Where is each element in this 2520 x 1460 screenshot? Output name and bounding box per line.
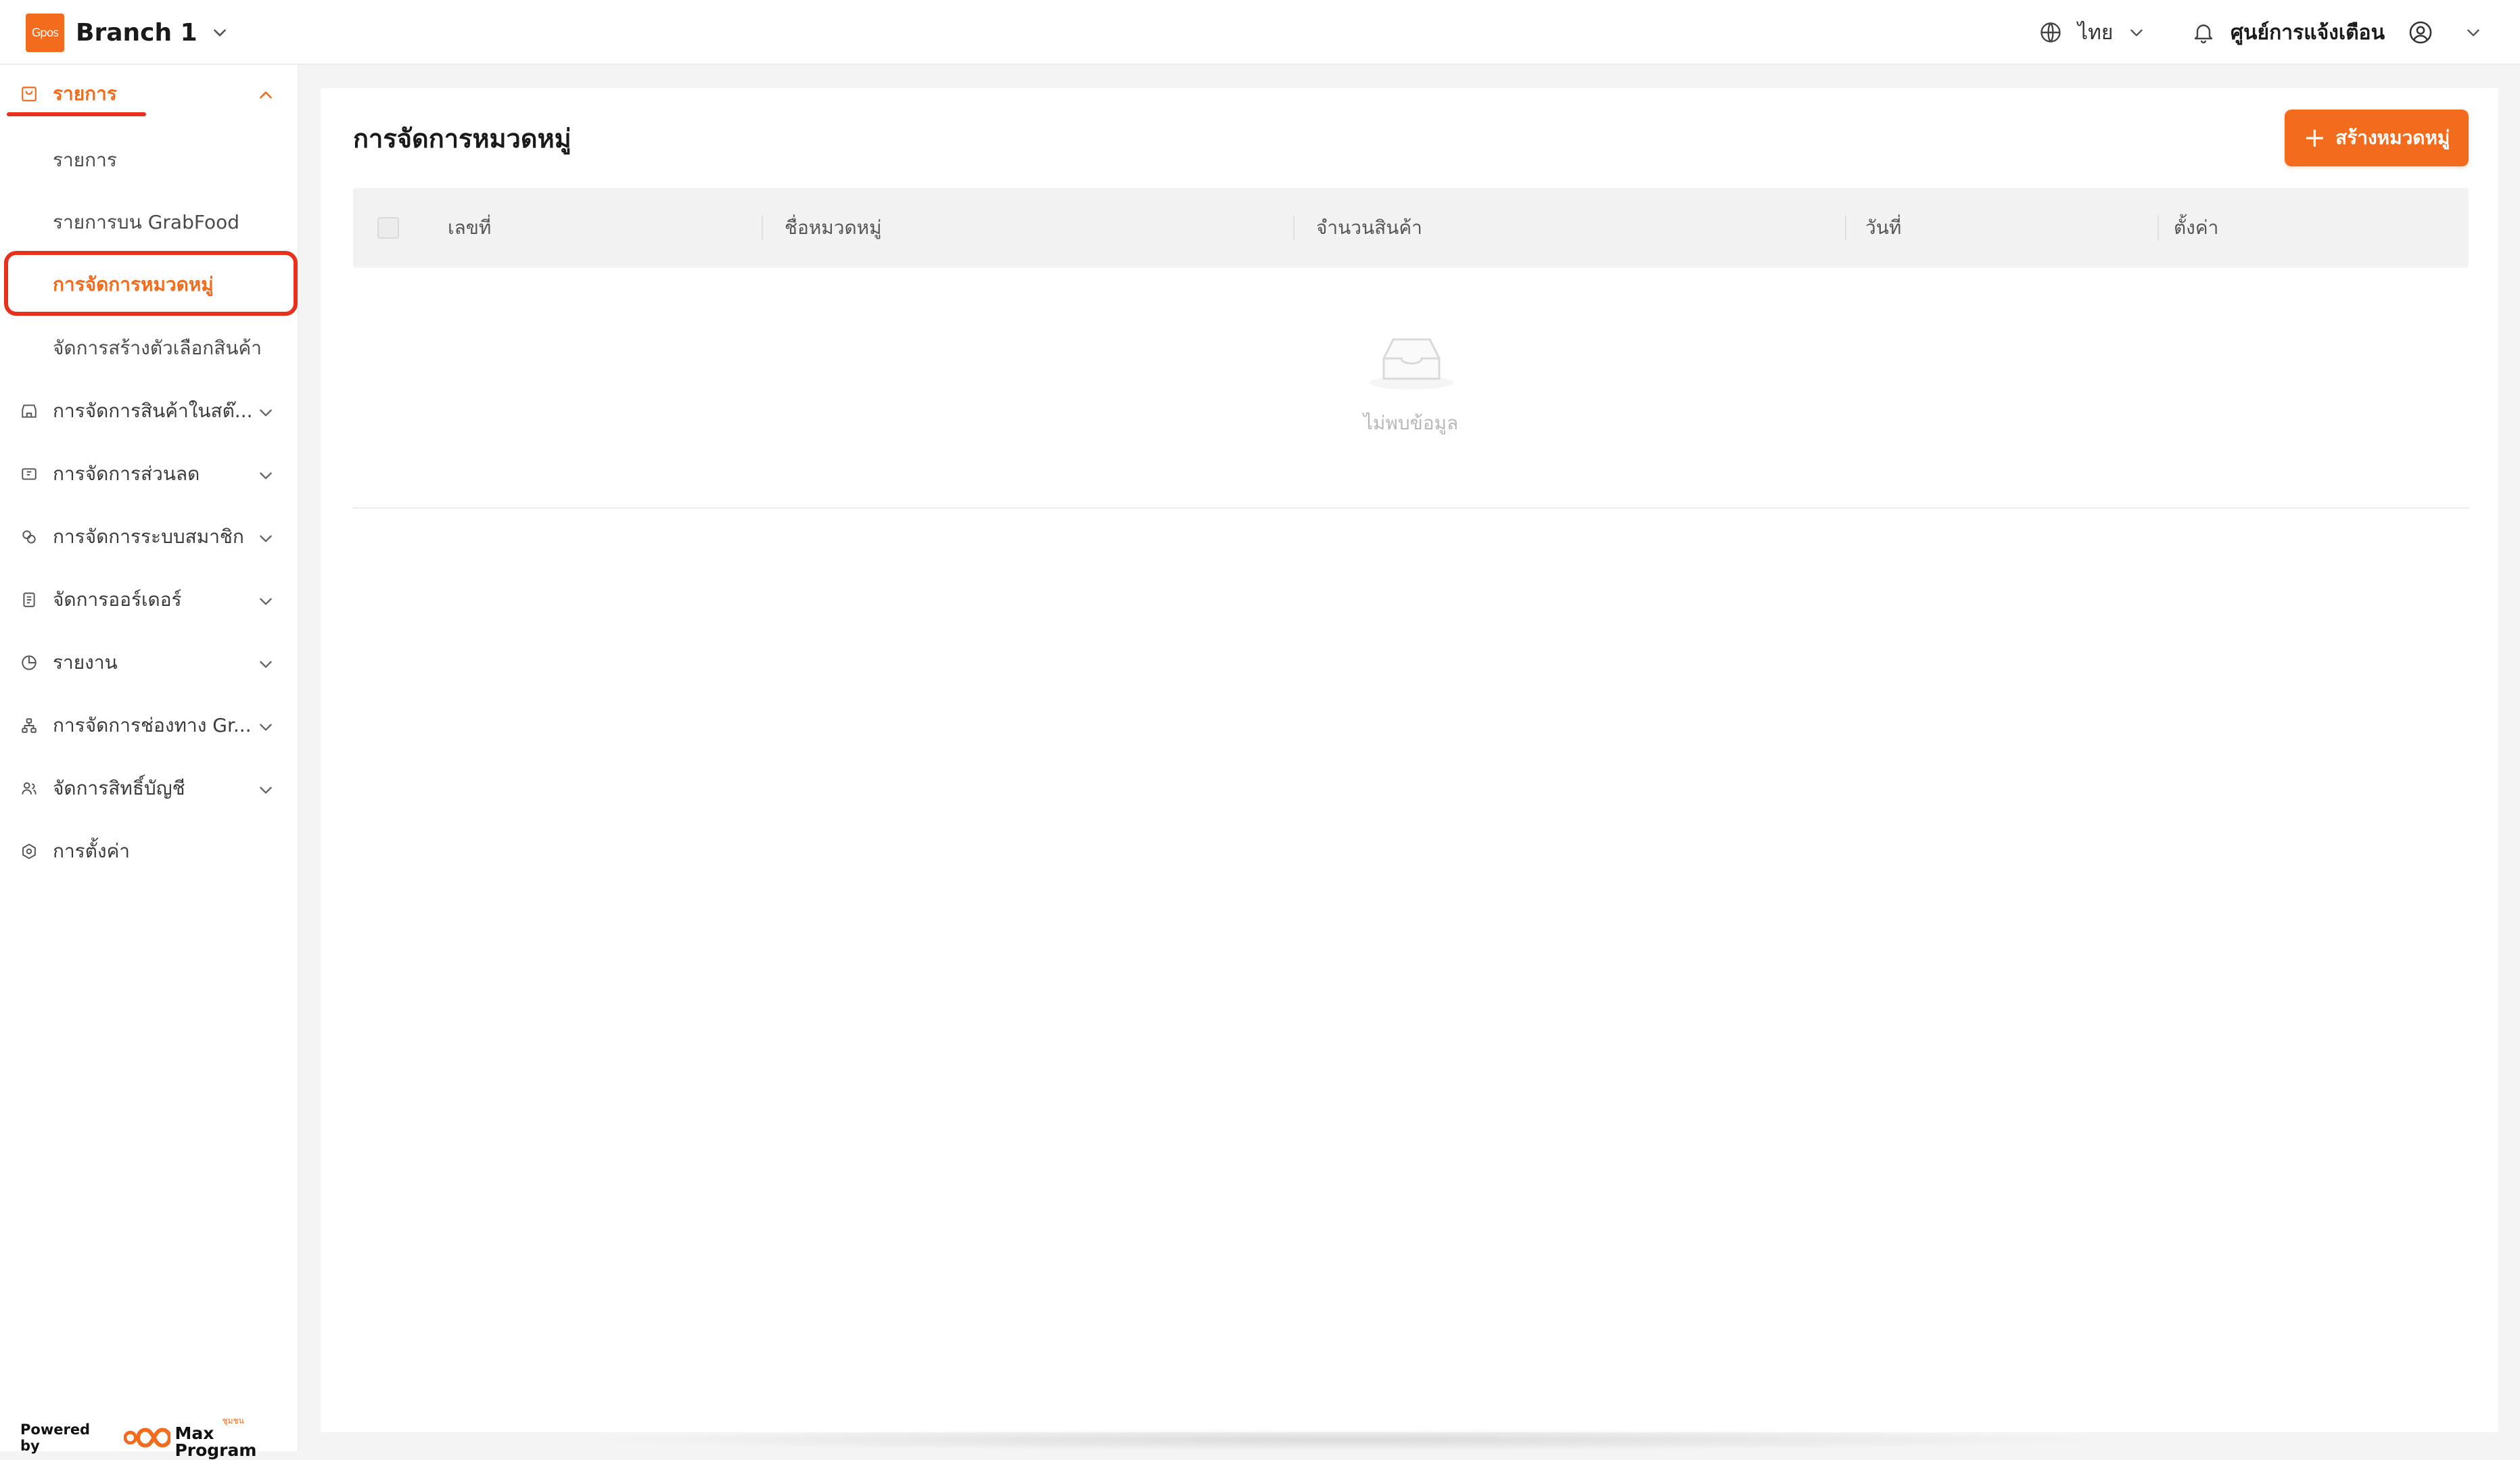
- sidebar-item-orders[interactable]: จัดการออร์เดอร์: [0, 576, 298, 623]
- highlight-box-annotation: [4, 251, 298, 316]
- branch-selector[interactable]: Branch 1: [76, 15, 229, 50]
- sidebar-subitem-grabfood[interactable]: รายการบน GrabFood: [0, 199, 298, 246]
- column-divider: [1845, 215, 1846, 241]
- sidebar-item-reports[interactable]: รายงาน: [0, 639, 298, 686]
- chevron-down-icon: [211, 24, 229, 41]
- column-header-date[interactable]: วันที่: [1865, 188, 1901, 268]
- powered-by: Powered by ชุมชน Max Program: [20, 1416, 298, 1460]
- empty-inbox-icon: [1368, 331, 1455, 395]
- globe-icon: [2038, 20, 2063, 45]
- create-category-label: สร้างหมวดหมู่: [2335, 126, 2450, 149]
- chevron-up-icon: [257, 87, 275, 104]
- pie-chart-icon: [20, 654, 38, 672]
- sidebar-item-settings[interactable]: การตั้งค่า: [0, 828, 298, 875]
- active-underline-annotation: [7, 112, 146, 116]
- sidebar-subitem-product-options[interactable]: จัดการสร้างตัวเลือกสินค้า: [0, 325, 298, 372]
- max-program-logo[interactable]: ชุมชน Max Program: [123, 1416, 298, 1460]
- app-logo[interactable]: Gpos: [26, 14, 64, 52]
- ticket-icon: [20, 465, 38, 483]
- chevron-down-icon: [2465, 24, 2482, 41]
- sidebar-item-channels[interactable]: การจัดการช่องทาง Gr...: [0, 702, 298, 749]
- chevron-down-icon: [257, 529, 275, 547]
- sidebar-item-label: รายการ: [53, 83, 117, 105]
- table-header: เลขที่ ชื่อหมวดหมู่ จำนวนสินค้า วันที่ ต…: [353, 188, 2469, 268]
- column-divider: [2157, 215, 2159, 241]
- language-label: ไทย: [2078, 20, 2114, 45]
- column-header-settings[interactable]: ตั้งค่า: [2174, 188, 2218, 268]
- notification-label: ศูนย์การแจ้งเตือน: [2231, 20, 2385, 45]
- create-category-button[interactable]: + สร้างหมวดหมู่: [2285, 110, 2469, 166]
- sidebar-item-stock[interactable]: การจัดการสินค้าในสต๊...: [0, 387, 298, 435]
- sidebar: รายการ รายการ รายการบน GrabFood การจัดกา…: [0, 65, 299, 1459]
- chevron-down-icon: [257, 467, 275, 484]
- sidebar-subitem-items[interactable]: รายการ: [0, 137, 298, 184]
- branch-name: Branch 1: [76, 18, 197, 47]
- chevron-down-icon: [257, 655, 275, 673]
- sidebar-item-membership[interactable]: การจัดการระบบสมาชิก: [0, 513, 298, 561]
- user-menu[interactable]: [2408, 0, 2482, 65]
- chevron-down-icon: [257, 592, 275, 610]
- language-selector[interactable]: ไทย: [2038, 0, 2145, 65]
- main-card: การจัดการหมวดหมู่ + สร้างหมวดหมู่ เลขที่…: [321, 88, 2498, 1432]
- sidebar-item-items[interactable]: รายการ: [0, 70, 298, 118]
- column-header-number[interactable]: เลขที่: [448, 188, 491, 268]
- chevron-down-icon: [257, 404, 275, 421]
- sidebar-item-discounts[interactable]: การจัดการส่วนลด: [0, 450, 298, 498]
- clipboard-icon: [20, 591, 38, 609]
- brand-name: Max Program: [174, 1423, 257, 1460]
- brand-sub: ชุมชน: [222, 1416, 244, 1426]
- settings-icon: [20, 843, 38, 860]
- bell-icon: [2191, 20, 2216, 45]
- bottom-shadow: [575, 1428, 2117, 1451]
- store-icon: [20, 402, 38, 420]
- powered-by-label: Powered by: [20, 1421, 91, 1454]
- empty-state-text: ไม่พบข้อมูล: [1363, 412, 1459, 434]
- users-icon: [20, 780, 38, 797]
- empty-state: ไม่พบข้อมูล: [353, 268, 2469, 509]
- column-divider: [762, 215, 763, 241]
- notification-center[interactable]: ศูนย์การแจ้งเตือน: [2191, 0, 2385, 65]
- infinity-logo-icon: [123, 1428, 171, 1448]
- column-header-category-name[interactable]: ชื่อหมวดหมู่: [785, 188, 882, 268]
- sidebar-item-permissions[interactable]: จัดการสิทธิ์บัญชี: [0, 765, 298, 812]
- user-avatar-icon: [2408, 20, 2433, 45]
- cart-icon: [20, 85, 38, 103]
- column-header-product-count[interactable]: จำนวนสินค้า: [1316, 188, 1422, 268]
- chevron-down-icon: [257, 781, 275, 799]
- chevron-down-icon: [257, 718, 275, 736]
- select-all-checkbox[interactable]: [377, 217, 399, 239]
- membership-icon: [20, 528, 38, 546]
- plus-icon: +: [2303, 122, 2327, 154]
- chevron-down-icon: [2128, 24, 2145, 41]
- page-title: การจัดการหมวดหมู่: [353, 124, 571, 154]
- top-bar: Gpos Branch 1 ไทย ศูนย์การแจ้งเตือน: [0, 0, 2520, 65]
- channel-icon: [20, 717, 38, 734]
- column-divider: [1293, 215, 1294, 241]
